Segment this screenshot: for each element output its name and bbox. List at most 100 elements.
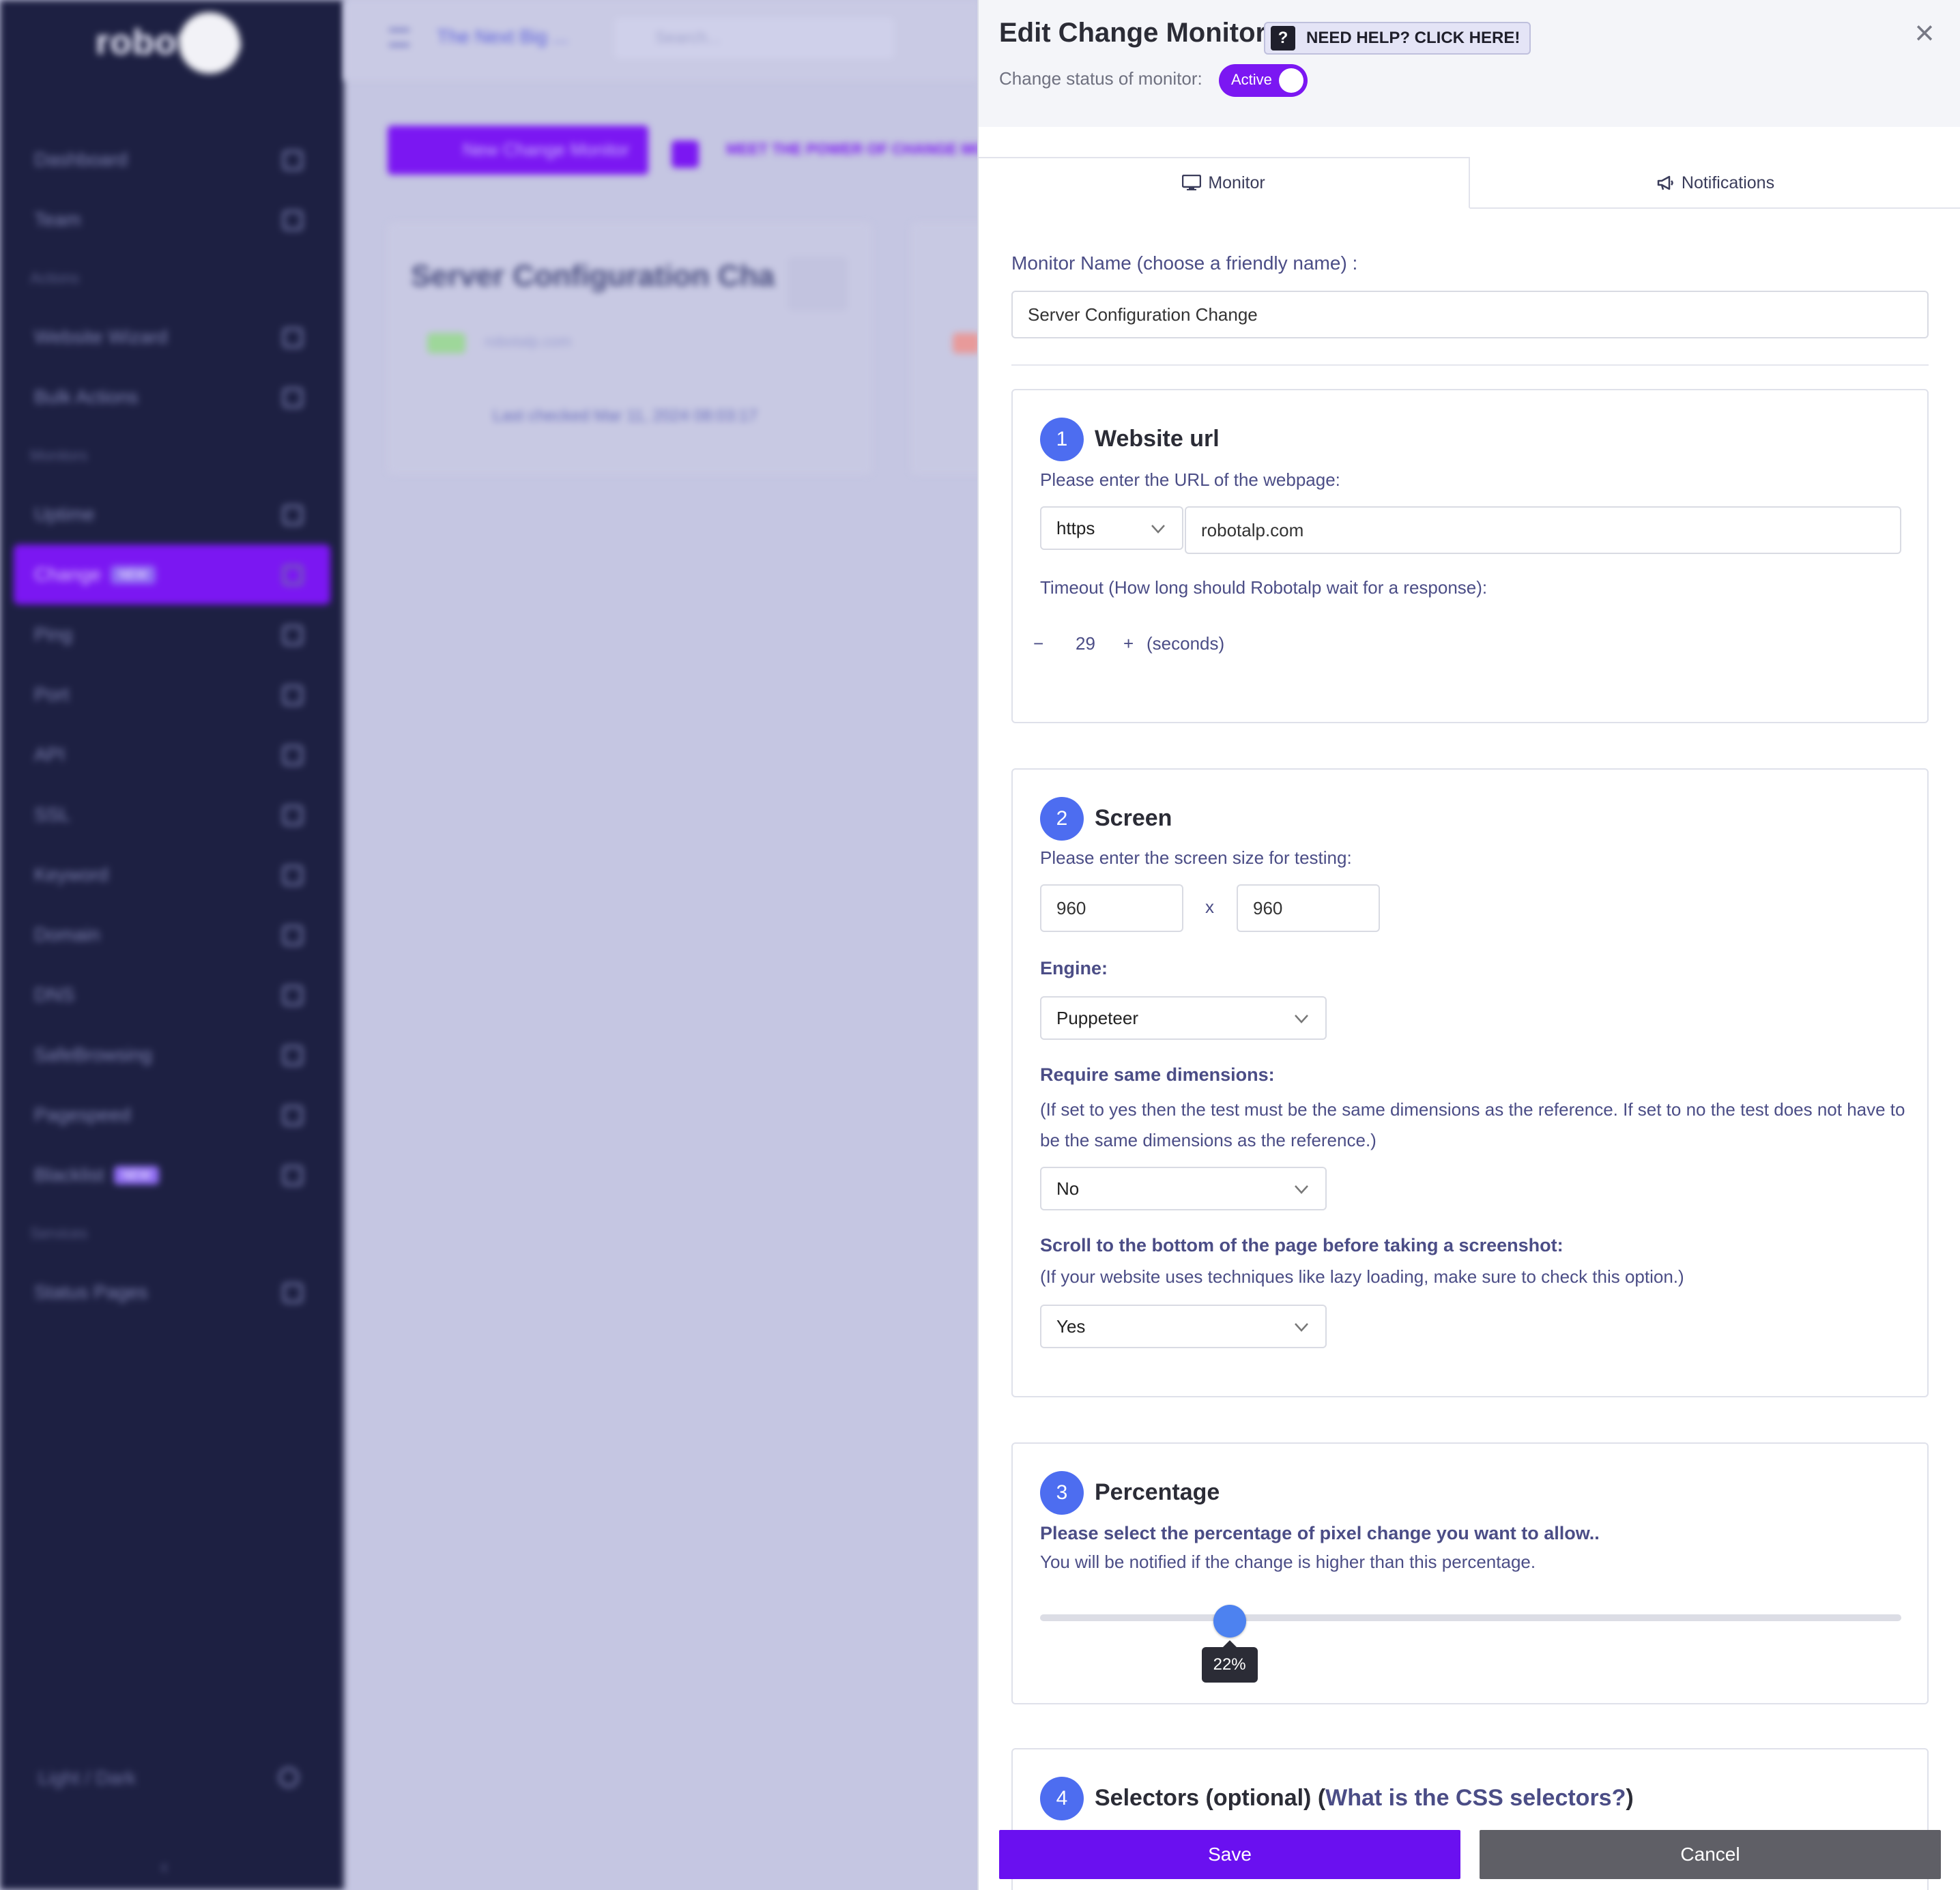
- tab-monitor[interactable]: Monitor: [979, 157, 1470, 209]
- drawer-title: Edit Change Monitor: [999, 18, 1267, 48]
- sidebar-item-icon: [283, 505, 303, 525]
- sidebar-item[interactable]: Team: [0, 190, 344, 250]
- timeout-label: Timeout (How long should Robotalp wait f…: [1040, 577, 1488, 598]
- step-number: 4: [1040, 1777, 1084, 1820]
- monitor-icon: [1182, 175, 1202, 190]
- sidebar-item-icon: [283, 565, 303, 585]
- percentage-help-bold: Please select the percentage of pixel ch…: [1040, 1523, 1600, 1543]
- menu-icon[interactable]: [389, 29, 409, 46]
- step-title: Selectors (optional) (What is the CSS se…: [1095, 1785, 1634, 1812]
- status-toggle-label: Active: [1231, 71, 1272, 88]
- css-selectors-link[interactable]: What is the CSS selectors?: [1325, 1785, 1626, 1811]
- divider: [1011, 364, 1929, 366]
- sidebar-item[interactable]: Uptime: [0, 484, 344, 544]
- sidebar-item-icon: [283, 865, 303, 886]
- sidebar-item[interactable]: Port: [0, 665, 344, 725]
- tab-monitor-label: Monitor: [1208, 173, 1265, 192]
- sidebar-item-label: DNS: [34, 984, 75, 1005]
- sidebar-item[interactable]: Keyword: [0, 845, 344, 905]
- close-icon[interactable]: ×: [1911, 16, 1938, 50]
- sidebar-item-label: SafeBrowsing: [34, 1044, 152, 1065]
- sidebar-item-label: Bulk Actions: [34, 386, 139, 407]
- cancel-button[interactable]: Cancel: [1480, 1830, 1941, 1879]
- same-dimensions-select[interactable]: No: [1040, 1167, 1327, 1210]
- save-button[interactable]: Save: [999, 1830, 1460, 1879]
- step-number: 2: [1040, 797, 1084, 841]
- collapse-icon[interactable]: ‹: [161, 1856, 167, 1878]
- timeout-plus-button[interactable]: +: [1123, 633, 1134, 654]
- search-input[interactable]: Search...: [614, 18, 894, 59]
- sidebar-item-label: Blacklist: [34, 1164, 104, 1185]
- monitor-name-input[interactable]: Server Configuration Change: [1011, 291, 1929, 338]
- sidebar-item[interactable]: Dashboard: [0, 130, 344, 190]
- help-button-label: NEED HELP? CLICK HERE!: [1306, 29, 1521, 47]
- scroll-value: Yes: [1056, 1315, 1086, 1337]
- sidebar-item[interactable]: Pagespeed: [0, 1085, 344, 1145]
- percentage-slider-handle[interactable]: [1213, 1605, 1246, 1638]
- sidebar-item[interactable]: Blacklist NEW: [0, 1145, 344, 1205]
- sidebar-item[interactable]: SafeBrowsing: [0, 1025, 344, 1085]
- status-toggle[interactable]: Active: [1219, 64, 1308, 97]
- engine-select[interactable]: Puppeteer: [1040, 996, 1327, 1040]
- sidebar-item[interactable]: API: [0, 725, 344, 785]
- new-monitor-button[interactable]: New Change Monitor: [388, 126, 648, 175]
- sidebar-item-icon: [283, 985, 303, 1006]
- sidebar-item-label: Domain: [34, 924, 100, 945]
- screen-height-input[interactable]: 960: [1237, 884, 1380, 932]
- sidebar-item-icon: [283, 745, 303, 766]
- sidebar-section-label: Services: [0, 1205, 344, 1262]
- timeout-minus-button[interactable]: −: [1033, 633, 1043, 654]
- url-label: Please enter the URL of the webpage:: [1040, 469, 1340, 490]
- sidebar-item-label: Uptime: [34, 504, 95, 525]
- size-separator: x: [1205, 897, 1214, 917]
- timeout-value[interactable]: 29: [1076, 633, 1095, 654]
- selectors-title-end: ): [1626, 1785, 1634, 1811]
- sidebar-item-label: API: [34, 744, 66, 765]
- scroll-select[interactable]: Yes: [1040, 1305, 1327, 1348]
- sidebar-item[interactable]: Bulk Actions: [0, 367, 344, 427]
- tab-notifications[interactable]: Notifications: [1470, 157, 1960, 209]
- sidebar-item[interactable]: DNS: [0, 965, 344, 1025]
- protocol-select[interactable]: https: [1040, 506, 1183, 550]
- sidebar-item-label: Team: [34, 209, 81, 230]
- sidebar-item[interactable]: Domain: [0, 905, 344, 965]
- team-select[interactable]: The Next Big ...: [437, 26, 568, 48]
- sidebar-item[interactable]: Ping: [0, 605, 344, 665]
- sidebar-item-icon: [283, 1105, 303, 1126]
- sidebar-item[interactable]: Website Wizard: [0, 307, 344, 367]
- chevron-down-icon: [1295, 1185, 1308, 1194]
- sidebar-item-icon: [283, 150, 303, 171]
- sidebar-item[interactable]: SSL: [0, 785, 344, 845]
- sidebar-item-label: Change: [34, 564, 102, 585]
- theme-icon: [278, 1767, 299, 1788]
- percentage-slider-track[interactable]: [1040, 1614, 1901, 1621]
- edit-icon[interactable]: [788, 257, 848, 311]
- website-url-card: 1 Website url Please enter the URL of th…: [1011, 389, 1929, 723]
- sidebar-item-icon: [283, 685, 303, 706]
- url-input[interactable]: robotalp.com: [1185, 506, 1901, 554]
- engine-label: Engine:: [1040, 958, 1108, 978]
- sidebar-item-icon: [283, 1165, 303, 1186]
- monitor-card-url: robotalp.com: [485, 333, 572, 350]
- status-badge: [953, 333, 980, 353]
- step-number: 1: [1040, 418, 1084, 461]
- sidebar-item[interactable]: Status Pages: [0, 1262, 344, 1322]
- help-button[interactable]: ? NEED HELP? CLICK HERE!: [1264, 22, 1531, 55]
- sidebar-nav: Dashboard Team Actions Website Wizard Bulk A…: [0, 130, 344, 1322]
- sidebar-item-label: Pagespeed: [34, 1104, 131, 1125]
- screen-width-input[interactable]: 960: [1040, 884, 1183, 932]
- drawer-tabs: Monitor Notifications: [979, 157, 1960, 209]
- step-title: Percentage: [1095, 1479, 1220, 1505]
- toggle-knob: [1279, 68, 1303, 93]
- step-title: Screen: [1095, 805, 1172, 831]
- promo-icon: [672, 141, 699, 168]
- new-badge: NEW: [113, 1165, 159, 1184]
- screen-size-label: Please enter the screen size for testing…: [1040, 847, 1352, 868]
- sidebar-item[interactable]: Change NEW: [14, 544, 330, 605]
- background-sidebar: robotalp Dashboard Team Actions Website Wiz…: [0, 0, 344, 1890]
- screen-card: 2 Screen Please enter the screen size fo…: [1011, 768, 1929, 1397]
- megaphone-icon: [1657, 175, 1673, 190]
- light-dark-toggle[interactable]: Light / Dark: [38, 1767, 136, 1789]
- chevron-down-icon: [1151, 525, 1165, 534]
- scroll-help: (If your website uses techniques like la…: [1040, 1266, 1684, 1287]
